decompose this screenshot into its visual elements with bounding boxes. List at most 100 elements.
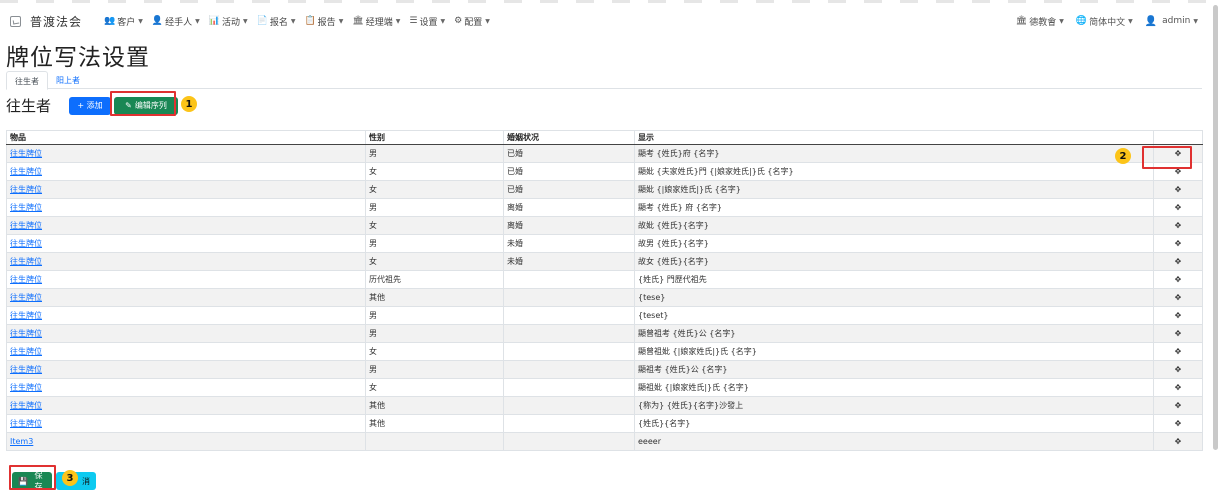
table-row: 往生牌位 女已婚 顯妣 {|娘家姓氏|}氏 {名字} ✥ (6, 180, 1203, 199)
table-header-row: 物品 性别 婚姻状况 显示 (6, 130, 1203, 145)
cell-display: 顯妣 {|娘家姓氏|}氏 {名字} (634, 180, 1154, 199)
org-dropdown[interactable]: 🏛 德教會 ▼ (1016, 15, 1064, 28)
cell-marital (503, 378, 635, 397)
menu-item-1[interactable]: 👤 经手人 ▼ (152, 15, 200, 28)
move-handle-icon[interactable]: ✥ (1153, 180, 1203, 199)
menu-item-4[interactable]: 📋 报告 ▼ (304, 15, 343, 28)
globe-icon: 🌐 (1075, 16, 1088, 26)
move-handle-icon[interactable]: ✥ (1153, 324, 1203, 343)
cell-gender: 女 (365, 162, 504, 181)
menu-item-6[interactable]: ☰ 设置 ▼ (409, 15, 445, 28)
item-link[interactable]: 往生牌位 (10, 383, 42, 392)
item-link[interactable]: 往生牌位 (10, 419, 42, 428)
cell-display: 故妣 {姓氏}{名字} (634, 216, 1154, 235)
move-handle-icon[interactable]: ✥ (1153, 288, 1203, 307)
item-link[interactable]: 往生牌位 (10, 221, 42, 230)
item-link[interactable]: 往生牌位 (10, 311, 42, 320)
tab-deceased[interactable]: 往生者 (6, 71, 48, 90)
menu-item-3[interactable]: 📄 报名 ▼ (257, 15, 296, 28)
move-handle-icon[interactable]: ✥ (1153, 342, 1203, 361)
item-link[interactable]: 往生牌位 (10, 365, 42, 374)
move-handle-icon[interactable]: ✥ (1153, 216, 1203, 235)
highlight-box-1 (110, 91, 176, 116)
item-link[interactable]: 往生牌位 (10, 257, 42, 266)
move-handle-icon[interactable]: ✥ (1153, 378, 1203, 397)
cell-marital: 未婚 (503, 234, 635, 253)
item-link[interactable]: 往生牌位 (10, 293, 42, 302)
table-row: 往生牌位 其他 {姓氏}{名字} ✥ (6, 414, 1203, 433)
cell-display: eeeer (634, 432, 1154, 451)
column-header-gender: 性别 (365, 130, 504, 145)
item-link[interactable]: 往生牌位 (10, 203, 42, 212)
item-link[interactable]: 往生牌位 (10, 347, 42, 356)
move-handle-icon[interactable]: ✥ (1153, 252, 1203, 271)
move-handle-icon[interactable]: ✥ (1153, 432, 1203, 451)
move-handle-icon[interactable]: ✥ (1153, 414, 1203, 433)
item-link[interactable]: 往生牌位 (10, 149, 42, 158)
cell-item: 往生牌位 (6, 180, 366, 199)
table-row: 往生牌位 男未婚 故男 {姓氏}{名字} ✥ (6, 234, 1203, 253)
item-link[interactable]: 往生牌位 (10, 401, 42, 410)
caret-down-icon: ▼ (395, 17, 401, 25)
user-dropdown[interactable]: 👤 admin ▼ (1145, 16, 1198, 27)
file-icon: 📄 (256, 16, 268, 26)
list-icon: ☰ (409, 16, 418, 26)
menu-item-2[interactable]: 📊 活动 ▼ (209, 15, 248, 28)
caret-down-icon: ▼ (1128, 17, 1133, 25)
menu-item-5[interactable]: 🏛 经理端 ▼ (352, 15, 400, 28)
language-label: 简体中文 (1089, 17, 1126, 28)
cell-gender: 女 (365, 216, 504, 235)
move-handle-icon[interactable]: ✥ (1153, 360, 1203, 379)
cell-marital (503, 270, 635, 289)
cell-item: 往生牌位 (6, 144, 366, 163)
move-handle-icon[interactable]: ✥ (1153, 234, 1203, 253)
item-link[interactable]: 往生牌位 (10, 275, 42, 284)
cell-gender: 女 (365, 378, 504, 397)
menu-item-7[interactable]: ⚙ 配置 ▼ (454, 15, 490, 28)
item-link[interactable]: Item3 (10, 437, 33, 446)
language-dropdown[interactable]: 🌐 简体中文 ▼ (1076, 15, 1133, 28)
item-link[interactable]: 往生牌位 (10, 329, 42, 338)
column-header-action (1153, 130, 1203, 145)
brand[interactable]: 普渡法会 (10, 13, 82, 30)
cell-item: 往生牌位 (6, 342, 366, 361)
menu-item-label: 经理端 (365, 17, 393, 28)
annotation-badge-3: 3 (62, 470, 78, 486)
cell-marital: 已婚 (503, 144, 635, 163)
cell-item: 往生牌位 (6, 396, 366, 415)
item-link[interactable]: 往生牌位 (10, 239, 42, 248)
cell-item: 往生牌位 (6, 270, 366, 289)
move-handle-icon[interactable]: ✥ (1153, 270, 1203, 289)
vertical-scrollbar[interactable] (1213, 5, 1218, 450)
item-link[interactable]: 往生牌位 (10, 167, 42, 176)
cell-item: 往生牌位 (6, 252, 366, 271)
cell-display: 顯妣 {夫家姓氏}門 {|娘家姓氏|}氏 {名字} (634, 162, 1154, 181)
item-link[interactable]: 往生牌位 (10, 185, 42, 194)
building-icon: 🏛 (1015, 16, 1028, 26)
cell-marital (503, 306, 635, 325)
table-row: 往生牌位 男 顯祖考 {姓氏}公 {名字} ✥ (6, 360, 1203, 379)
cell-display: 顯祖妣 {|娘家姓氏|}氏 {名字} (634, 378, 1154, 397)
users-icon: 👥 (104, 16, 116, 26)
cell-marital (503, 342, 635, 361)
tab-living[interactable]: 阳上者 (48, 71, 88, 89)
cell-display: {姓氏} 門歷代祖先 (634, 270, 1154, 289)
move-handle-icon[interactable]: ✥ (1153, 306, 1203, 325)
move-handle-icon[interactable]: ✥ (1153, 198, 1203, 217)
cell-item: Item3 (6, 432, 366, 451)
gear-icon: ⚙ (454, 16, 463, 26)
cell-marital: 离婚 (503, 198, 635, 217)
cell-item: 往生牌位 (6, 378, 366, 397)
cell-display: {姓氏}{名字} (634, 414, 1154, 433)
page-title: 牌位写法设置 (6, 45, 150, 71)
main-menu: 👥 客户 ▼ 👤 经手人 ▼ 📊 活动 ▼ 📄 报名 ▼ 📋 报告 ▼ 🏛 经理端 ▼ ☰ 设置 ▼ ⚙ 配置 ▼ (104, 15, 499, 28)
menu-item-label: 活动 (221, 17, 240, 28)
move-handle-icon[interactable]: ✥ (1153, 396, 1203, 415)
tab-bar: 往生者 阳上者 (6, 71, 1202, 90)
chart-icon: 📊 (208, 16, 220, 26)
menu-item-0[interactable]: 👥 客户 ▼ (104, 15, 143, 28)
add-button[interactable]: + 添加 (69, 96, 112, 115)
top-border (0, 0, 1218, 3)
cell-marital: 已婚 (503, 162, 635, 181)
cell-gender: 历代祖先 (365, 270, 504, 289)
